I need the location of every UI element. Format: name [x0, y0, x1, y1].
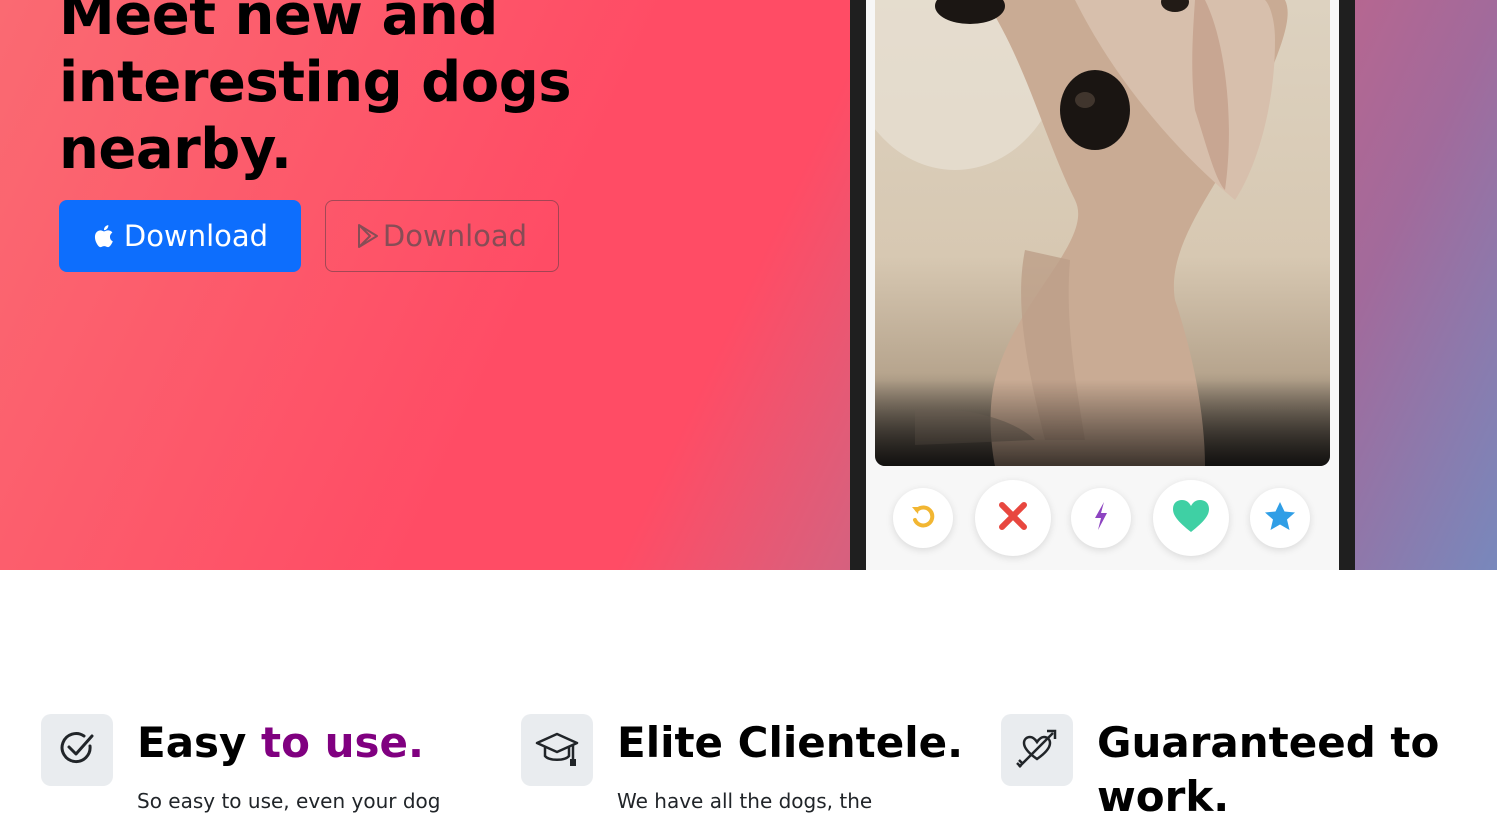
feature-title-easy-accent: to use.	[261, 718, 424, 767]
google-play-button-label: Download	[382, 219, 528, 253]
app-store-download-button[interactable]: Download	[59, 200, 301, 272]
apple-icon	[92, 223, 114, 249]
phone-mockup	[850, 0, 1355, 570]
nope-button[interactable]	[975, 480, 1051, 556]
feature-icon-box-elite	[521, 714, 593, 786]
super-like-button[interactable]	[1250, 488, 1310, 548]
feature-title-easy: Easy to use.	[137, 716, 424, 770]
like-button[interactable]	[1153, 480, 1229, 556]
nope-icon	[997, 500, 1029, 536]
google-play-download-button[interactable]: Download	[325, 200, 559, 272]
google-play-icon	[357, 223, 379, 249]
hero-section: Meet new and interesting dogs nearby. Do…	[0, 0, 1497, 570]
hero-title: Meet new and interesting dogs nearby.	[59, 0, 572, 182]
feature-text-elite: We have all the dogs, the	[617, 789, 873, 813]
feature-text-easy: So easy to use, even your dog	[137, 789, 441, 813]
dog-photo	[875, 0, 1330, 466]
graduation-cap-icon	[535, 728, 579, 772]
feature-title-elite: Elite Clientele.	[617, 718, 964, 767]
feature-icon-box-guaranteed	[1001, 714, 1073, 786]
boost-button[interactable]	[1071, 488, 1131, 548]
feature-title-easy-main: Easy	[137, 718, 262, 767]
heart-arrow-icon	[1015, 727, 1059, 773]
super-like-icon	[1264, 501, 1296, 535]
check-circle-icon	[57, 728, 97, 772]
like-icon	[1172, 499, 1210, 537]
app-store-button-label: Download	[123, 219, 269, 253]
boost-icon	[1091, 501, 1111, 535]
rewind-icon	[908, 501, 938, 535]
feature-icon-box-easy	[41, 714, 113, 786]
rewind-button[interactable]	[893, 488, 953, 548]
phone-screen	[866, 0, 1339, 570]
feature-title-guaranteed: Guaranteed to work.	[1097, 718, 1440, 820]
